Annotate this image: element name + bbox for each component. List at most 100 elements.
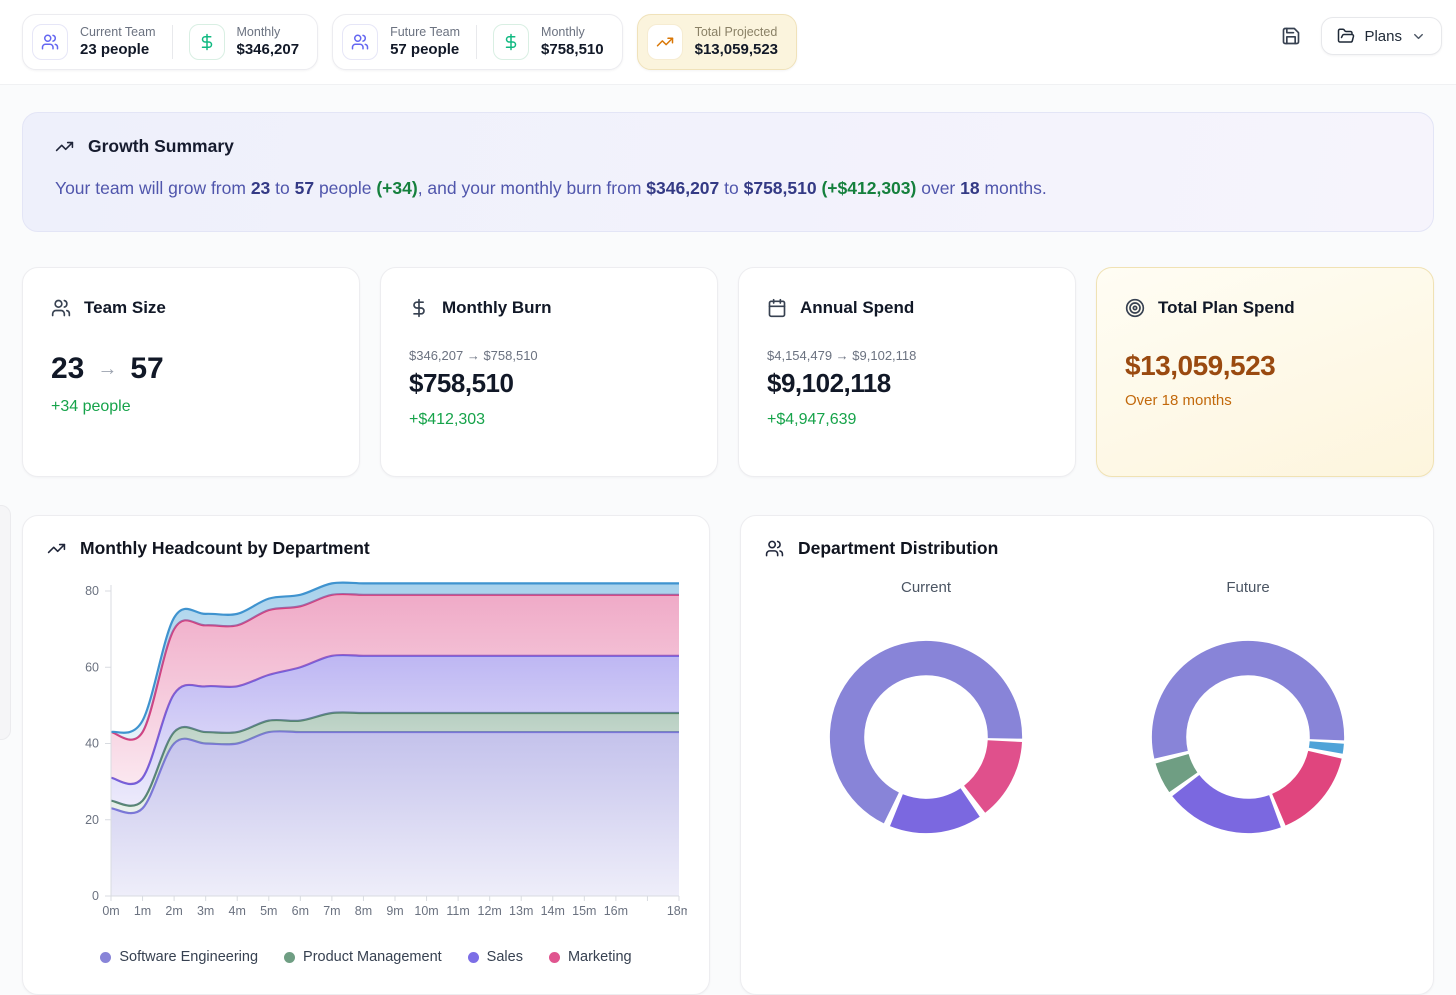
growth-summary-title: Growth Summary <box>88 136 234 157</box>
save-button[interactable] <box>1277 22 1305 50</box>
legend-item: Sales <box>468 949 523 965</box>
headcount-area-chart: 0204060800m1m2m3m4m5m6m7m8m9m10m11m12m13… <box>47 571 687 941</box>
chip-label: Monthly <box>541 24 604 40</box>
arrow-right-icon: → <box>97 358 117 381</box>
svg-text:40: 40 <box>85 737 99 751</box>
svg-text:5m: 5m <box>260 904 277 918</box>
team-size-delta: +34 people <box>51 398 331 416</box>
current-donut-label: Current <box>901 579 951 596</box>
svg-text:7m: 7m <box>323 904 340 918</box>
dollar-icon <box>189 24 225 60</box>
growth-summary-text: Your team will grow from 23 to 57 people… <box>55 177 1401 201</box>
svg-text:4m: 4m <box>229 904 246 918</box>
total-projected-chip: Total Projected $13,059,523 <box>637 14 797 70</box>
future-donut-col: Future <box>1087 579 1409 840</box>
legend-dot <box>284 952 295 963</box>
chip-label: Future Team <box>390 24 460 40</box>
legend-dot <box>468 952 479 963</box>
target-icon <box>1125 298 1145 318</box>
divider <box>476 25 477 59</box>
users-icon <box>342 24 378 60</box>
svg-text:20: 20 <box>85 813 99 827</box>
card-title: Total Plan Spend <box>1158 298 1295 318</box>
department-distribution-card: Department Distribution Current Future <box>740 515 1434 995</box>
total-plan-spend-value: $13,059,523 <box>1125 350 1405 382</box>
legend-dot <box>549 952 560 963</box>
divider <box>172 25 173 59</box>
legend-item: Product Management <box>284 949 442 965</box>
current-monthly-group: Monthly $346,207 <box>189 24 300 60</box>
monthly-burn-value: $758,510 <box>409 368 689 399</box>
svg-text:3m: 3m <box>197 904 214 918</box>
svg-text:13m: 13m <box>509 904 533 918</box>
headcount-chart-title: Monthly Headcount by Department <box>80 538 370 559</box>
trending-up-icon <box>55 137 74 156</box>
svg-text:11m: 11m <box>446 904 469 918</box>
total-plan-spend-subtitle: Over 18 months <box>1125 392 1405 409</box>
topbar-actions: Plans <box>1277 14 1442 55</box>
total-projected-group: Total Projected $13,059,523 <box>647 24 778 60</box>
topbar: Current Team 23 people Monthly $346,207 <box>0 0 1456 85</box>
current-team-group: Current Team 23 people <box>32 24 156 60</box>
svg-text:9m: 9m <box>386 904 403 918</box>
svg-text:15m: 15m <box>572 904 596 918</box>
trending-up-icon <box>647 24 683 60</box>
monthly-burn-card: Monthly Burn $346,207 → $758,510 $758,51… <box>380 267 718 477</box>
calendar-icon <box>767 298 787 318</box>
svg-text:60: 60 <box>85 660 99 674</box>
team-size-value: 23 → 57 <box>51 352 331 386</box>
dollar-icon <box>409 298 429 318</box>
card-title: Team Size <box>84 298 166 318</box>
chip-value: 57 people <box>390 40 460 60</box>
annual-spend-delta: +$4,947,639 <box>767 411 1047 429</box>
current-donut-col: Current <box>765 579 1087 840</box>
legend-dot <box>100 952 111 963</box>
svg-text:12m: 12m <box>478 904 502 918</box>
monthly-burn-delta: +$412,303 <box>409 411 689 429</box>
chip-value: 23 people <box>80 40 156 60</box>
distribution-title: Department Distribution <box>798 538 998 559</box>
users-icon <box>51 298 71 318</box>
plans-button[interactable]: Plans <box>1321 17 1442 55</box>
card-title: Monthly Burn <box>442 298 552 318</box>
users-icon <box>765 539 784 558</box>
svg-text:16m: 16m <box>604 904 628 918</box>
future-donut-label: Future <box>1226 579 1269 596</box>
charts-row: Monthly Headcount by Department 0 20 40 60 8… <box>22 515 1434 995</box>
future-team-chip: Future Team 57 people Monthly $758,510 <box>332 14 623 70</box>
future-monthly-group: Monthly $758,510 <box>493 24 604 60</box>
annual-spend-value: $9,102,118 <box>767 368 1047 399</box>
left-edge-card-sliver <box>0 505 11 740</box>
donut-charts: Current Future <box>765 579 1409 840</box>
svg-text:18m: 18m <box>667 904 687 918</box>
plans-button-label: Plans <box>1364 28 1402 45</box>
chip-label: Current Team <box>80 24 156 40</box>
svg-text:8m: 8m <box>355 904 372 918</box>
total-plan-spend-card: Total Plan Spend $13,059,523 Over 18 mon… <box>1096 267 1434 477</box>
current-team-chip: Current Team 23 people Monthly $346,207 <box>22 14 318 70</box>
chip-value: $13,059,523 <box>695 40 778 60</box>
svg-text:0: 0 <box>92 889 99 903</box>
card-title: Annual Spend <box>800 298 914 318</box>
save-icon <box>1281 26 1301 46</box>
annual-spend-card: Annual Spend $4,154,479 → $9,102,118 $9,… <box>738 267 1076 477</box>
headcount-chart-card: Monthly Headcount by Department 0 20 40 60 8… <box>22 515 710 995</box>
chip-label: Monthly <box>237 24 300 40</box>
svg-text:1m: 1m <box>134 904 151 918</box>
future-team-group: Future Team 57 people <box>342 24 460 60</box>
stat-cards-row: Team Size 23 → 57 +34 people Monthly Bur… <box>22 267 1434 477</box>
users-icon <box>32 24 68 60</box>
svg-text:10m: 10m <box>414 904 438 918</box>
current-donut-chart <box>823 634 1029 840</box>
chip-label: Total Projected <box>695 24 778 40</box>
team-size-card: Team Size 23 → 57 +34 people <box>22 267 360 477</box>
dollar-icon <box>493 24 529 60</box>
chip-value: $758,510 <box>541 40 604 60</box>
folder-open-icon <box>1337 27 1355 45</box>
svg-text:6m: 6m <box>292 904 309 918</box>
svg-text:14m: 14m <box>541 904 565 918</box>
annual-spend-range: $4,154,479 → $9,102,118 <box>767 348 1047 363</box>
chip-value: $346,207 <box>237 40 300 60</box>
growth-summary-banner: Growth Summary Your team will grow from … <box>22 112 1434 232</box>
legend-item: Software Engineering <box>100 949 258 965</box>
